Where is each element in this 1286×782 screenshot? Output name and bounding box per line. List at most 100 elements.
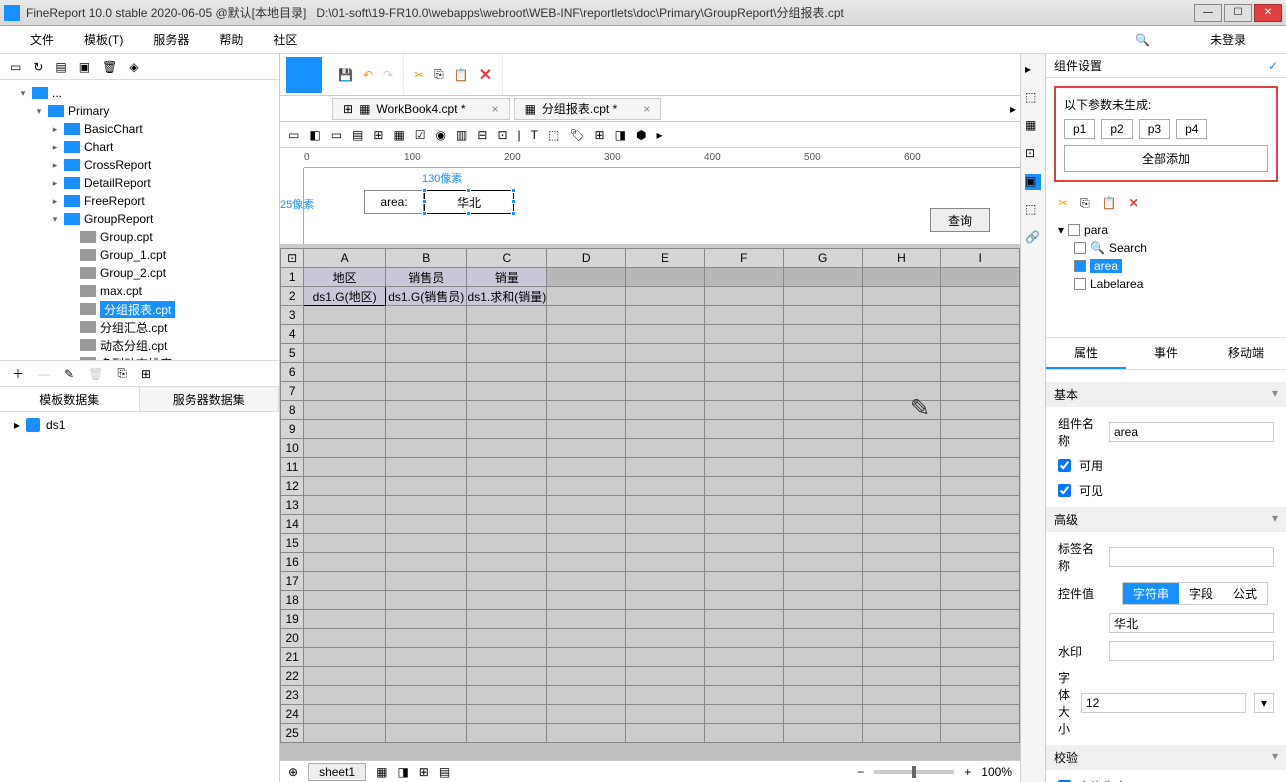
spreadsheet[interactable]: ⊡ABCDEFGHI1地区销售员销量2ds1.G(地区)ds1.G(销售员)ds…: [280, 248, 1020, 760]
grid-cell[interactable]: [783, 458, 862, 477]
remove-ds-icon[interactable]: —: [38, 367, 50, 381]
prop-tab-attr[interactable]: 属性: [1046, 338, 1126, 369]
grid-cell[interactable]: [626, 382, 705, 401]
col-header[interactable]: F: [704, 249, 783, 268]
grid-cell[interactable]: [704, 363, 783, 382]
grid-cell[interactable]: [704, 477, 783, 496]
grid-cell[interactable]: [467, 591, 547, 610]
tag-name-input[interactable]: [1109, 547, 1274, 567]
tool-icon[interactable]: ⊞: [595, 128, 605, 142]
grid-cell[interactable]: [862, 458, 941, 477]
grid-cell[interactable]: [304, 629, 386, 648]
grid-cell[interactable]: [467, 420, 547, 439]
grid-cell[interactable]: [941, 325, 1020, 344]
row-header[interactable]: 10: [281, 439, 304, 458]
grid-cell[interactable]: [862, 477, 941, 496]
save-icon[interactable]: 💾: [338, 68, 353, 82]
delete-icon[interactable]: ✕: [1129, 196, 1139, 211]
sb-icon[interactable]: ▦: [376, 765, 387, 779]
row-header[interactable]: 25: [281, 724, 304, 743]
grid-cell[interactable]: ds1.求和(销量): [467, 287, 547, 306]
grid-cell[interactable]: 销售员: [385, 268, 467, 287]
grid-cell[interactable]: [547, 496, 626, 515]
grid-cell[interactable]: [704, 686, 783, 705]
sheet-tab[interactable]: sheet1: [308, 763, 366, 781]
grid-cell[interactable]: [783, 477, 862, 496]
copy-icon[interactable]: ⎘: [434, 67, 444, 82]
grid-cell[interactable]: [783, 287, 862, 306]
grid-cell[interactable]: [783, 724, 862, 743]
grid-cell[interactable]: [385, 610, 467, 629]
grid-cell[interactable]: [385, 686, 467, 705]
add-sheet-icon[interactable]: ⊕: [288, 765, 298, 779]
grid-cell[interactable]: [467, 629, 547, 648]
area-label-widget[interactable]: area:: [364, 190, 424, 214]
grid-cell[interactable]: [941, 439, 1020, 458]
grid-cell[interactable]: [304, 401, 386, 420]
doc-tab-2[interactable]: ▦分组报表.cpt *×: [514, 98, 662, 120]
grid-cell[interactable]: [941, 306, 1020, 325]
grid-cell[interactable]: [862, 325, 941, 344]
grid-cell[interactable]: [704, 534, 783, 553]
delete-icon[interactable]: 🗑: [102, 60, 117, 74]
component-name-input[interactable]: [1109, 422, 1274, 442]
grid-cell[interactable]: [704, 591, 783, 610]
col-header[interactable]: H: [862, 249, 941, 268]
menu-template[interactable]: 模板(T): [84, 31, 123, 48]
grid-cell[interactable]: [783, 325, 862, 344]
grid-cell[interactable]: [385, 306, 467, 325]
cut-icon[interactable]: ✂: [414, 68, 424, 82]
overflow-icon[interactable]: ▸: [1010, 102, 1016, 116]
grid-cell[interactable]: [304, 325, 386, 344]
grid-cell[interactable]: [941, 401, 1020, 420]
grid-cell[interactable]: [304, 496, 386, 515]
grid-cell[interactable]: [304, 667, 386, 686]
grid-cell[interactable]: 地区: [304, 268, 386, 287]
redo-icon[interactable]: ↷: [383, 68, 393, 82]
grid-cell[interactable]: [304, 591, 386, 610]
grid-cell[interactable]: [862, 724, 941, 743]
new-icon[interactable]: ▭: [10, 60, 21, 74]
grid-cell[interactable]: [547, 458, 626, 477]
grid-cell[interactable]: [941, 363, 1020, 382]
grid-cell[interactable]: [783, 705, 862, 724]
grid-cell[interactable]: [862, 553, 941, 572]
grid-cell[interactable]: [704, 629, 783, 648]
grid-cell[interactable]: [626, 705, 705, 724]
grid-cell[interactable]: [547, 591, 626, 610]
grid-cell[interactable]: 销量: [467, 268, 547, 287]
grid-cell[interactable]: [385, 667, 467, 686]
add-all-button[interactable]: 全部添加: [1064, 145, 1268, 172]
strip-icon[interactable]: ▦: [1025, 118, 1041, 134]
sb-icon[interactable]: ⊞: [419, 765, 429, 779]
col-header[interactable]: G: [783, 249, 862, 268]
rename-icon[interactable]: ▤: [55, 60, 66, 74]
grid-cell[interactable]: [941, 344, 1020, 363]
grid-corner[interactable]: ⊡: [281, 249, 304, 268]
strip-icon[interactable]: 🔗: [1025, 230, 1041, 246]
grid-cell[interactable]: [547, 686, 626, 705]
grid-cell[interactable]: [704, 724, 783, 743]
row-header[interactable]: 4: [281, 325, 304, 344]
grid-cell[interactable]: [941, 553, 1020, 572]
col-header[interactable]: A: [304, 249, 386, 268]
grid-cell[interactable]: [304, 344, 386, 363]
area-input-widget[interactable]: 华北: [424, 190, 514, 214]
grid-cell[interactable]: [547, 667, 626, 686]
open-icon[interactable]: ▣: [79, 60, 90, 74]
grid-cell[interactable]: [783, 420, 862, 439]
search-icon[interactable]: 🔍: [1135, 33, 1150, 47]
grid-cell[interactable]: [547, 553, 626, 572]
grid-cell[interactable]: [626, 306, 705, 325]
grid-cell[interactable]: [626, 534, 705, 553]
widget-value-input[interactable]: [1109, 613, 1274, 633]
grid-cell[interactable]: [547, 572, 626, 591]
tool-icon[interactable]: ⊟: [477, 128, 487, 142]
grid-cell[interactable]: [626, 344, 705, 363]
grid-cell[interactable]: [626, 515, 705, 534]
grid-cell[interactable]: [304, 610, 386, 629]
grid-cell[interactable]: [704, 382, 783, 401]
grid-cell[interactable]: [626, 420, 705, 439]
row-header[interactable]: 6: [281, 363, 304, 382]
grid-cell[interactable]: [547, 705, 626, 724]
